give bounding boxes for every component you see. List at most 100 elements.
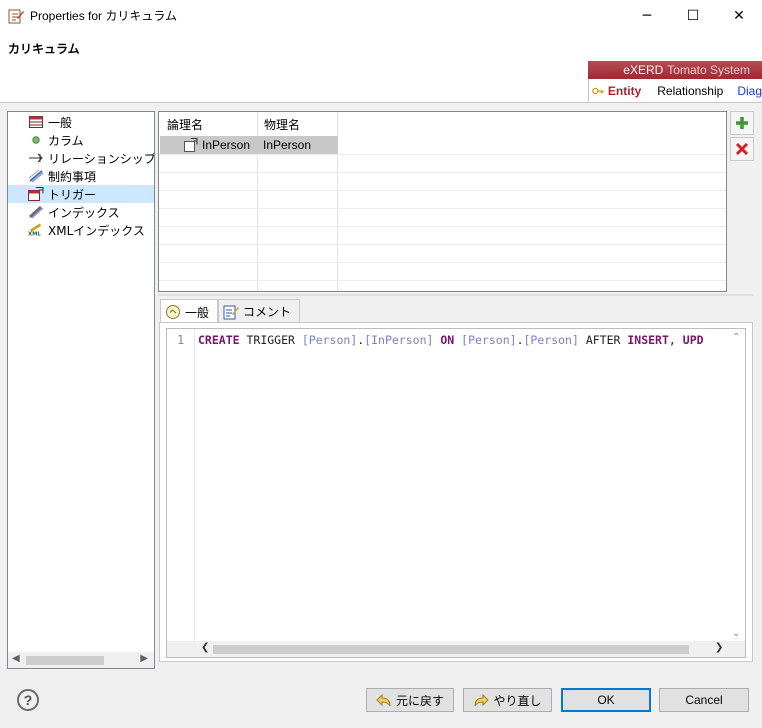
- header-divider: [0, 102, 762, 103]
- trigger-icon: [28, 186, 44, 202]
- general-tab-icon: [166, 305, 180, 319]
- grid-line: [159, 154, 726, 155]
- column-dot-icon: [28, 132, 44, 148]
- nav-item-label: XMLインデックス: [48, 223, 145, 238]
- trigger-row-icon: [184, 138, 198, 152]
- grid-line: [159, 262, 726, 263]
- tab-general[interactable]: 一般: [160, 299, 219, 324]
- window-title: Properties for カリキュラム: [30, 9, 178, 23]
- grid-line: [159, 244, 726, 245]
- scroll-up-icon[interactable]: ⌃: [732, 332, 740, 343]
- sql-identifier: [Person]: [523, 333, 579, 347]
- column-header-logical-name[interactable]: 論理名: [167, 116, 203, 133]
- code-line[interactable]: CREATE TRIGGER [Person]. [InPerson] ON [P…: [198, 333, 704, 347]
- brand-name: eXERD: [623, 63, 664, 77]
- scroll-right-icon[interactable]: ❯: [715, 642, 723, 653]
- nav-item-label: リレーションシップ: [48, 151, 154, 166]
- redo-arrow-icon: [474, 693, 490, 707]
- properties-icon: [8, 9, 24, 23]
- editor-vertical-scrollbar[interactable]: ⌃ ⌄: [729, 329, 745, 641]
- dialog-header: カリキュラム eXERD Tomato System Entity Relatio…: [0, 31, 762, 103]
- maximize-button[interactable]: ☐: [670, 0, 716, 31]
- ok-button[interactable]: OK: [561, 688, 651, 712]
- column-header-physical-name[interactable]: 物理名: [264, 116, 300, 133]
- undo-label: 元に戻す: [395, 693, 444, 708]
- plus-icon: [736, 117, 748, 129]
- scroll-left-icon[interactable]: ❮: [201, 642, 209, 653]
- nav-item-relationships[interactable]: リレーションシップ: [8, 149, 154, 167]
- sql-keyword: ON: [440, 333, 455, 347]
- sql-keyword: CREATE: [198, 333, 240, 347]
- table-icon: [28, 114, 44, 130]
- grid-line: [159, 190, 726, 191]
- sql-text: TRIGGER: [239, 333, 302, 347]
- banner-tab-relationship[interactable]: Relationship: [657, 84, 723, 98]
- relationship-icon: [28, 150, 44, 166]
- line-number: 1: [177, 333, 185, 347]
- sql-keyword: UPD: [682, 333, 704, 347]
- sql-identifier: [InPerson]: [364, 333, 434, 347]
- nav-item-xml-indexes[interactable]: XML XMLインデックス: [8, 221, 154, 239]
- sash-divider[interactable]: [158, 294, 754, 296]
- minimize-button[interactable]: ─: [624, 0, 670, 31]
- help-button[interactable]: ?: [17, 689, 39, 711]
- cancel-button[interactable]: Cancel: [659, 688, 749, 712]
- grid-line: [159, 280, 726, 281]
- add-trigger-button[interactable]: [730, 111, 754, 135]
- remove-trigger-button[interactable]: [730, 137, 754, 161]
- banner-brand-strip: eXERD Tomato System: [588, 61, 762, 79]
- nav-item-label: 制約事項: [48, 169, 97, 184]
- property-page-tree[interactable]: 一般 カラム リレーションシップ 制約事項 トリガー インデックス XML XM…: [7, 111, 155, 669]
- undo-button[interactable]: 元に戻す: [366, 688, 454, 712]
- redo-label: やり直し: [493, 693, 542, 708]
- trigger-sql-editor[interactable]: 1 CREATE TRIGGER [Person]. [InPerson] ON …: [166, 328, 746, 658]
- sql-identifier: [Person]: [301, 333, 358, 347]
- scrollbar-thumb[interactable]: [213, 645, 689, 654]
- sql-text: AFTER: [578, 333, 628, 347]
- banner-tab-diagram[interactable]: Diag: [737, 84, 762, 98]
- exerd-banner: eXERD Tomato System Entity Relationship D…: [588, 61, 762, 103]
- key-icon: [592, 87, 604, 95]
- table-header: 論理名 物理名: [159, 112, 726, 136]
- cell-physical-name[interactable]: InPerson: [263, 138, 311, 152]
- scroll-right-icon[interactable]: ▶: [140, 653, 148, 664]
- grid-line: [159, 226, 726, 227]
- trigger-table[interactable]: 論理名 物理名 InPerson InPerson: [158, 111, 727, 292]
- nav-item-constraints[interactable]: 制約事項: [8, 167, 154, 185]
- editor-horizontal-scrollbar[interactable]: ❮ ❯: [167, 641, 745, 657]
- tab-comment[interactable]: コメント: [218, 299, 301, 323]
- banner-tabs: Entity Relationship Diag: [588, 79, 762, 103]
- xml-index-icon: XML: [28, 222, 44, 238]
- grid-line: [159, 172, 726, 173]
- nav-item-triggers[interactable]: トリガー: [8, 185, 154, 203]
- index-icon: [28, 204, 44, 220]
- nav-item-columns[interactable]: カラム: [8, 131, 154, 149]
- brand-subtitle: Tomato System: [667, 63, 750, 77]
- undo-arrow-icon: [376, 693, 391, 707]
- sql-text: ,: [668, 333, 683, 347]
- cell-logical-name[interactable]: InPerson: [202, 138, 250, 152]
- close-button[interactable]: ✕: [716, 0, 762, 31]
- sql-keyword: INSERT: [627, 333, 669, 347]
- tree-horizontal-scrollbar[interactable]: ◀ ▶: [8, 652, 154, 668]
- title-bar: Properties for カリキュラム ─ ☐ ✕: [0, 0, 762, 31]
- tab-label: 一般: [185, 305, 210, 320]
- nav-item-label: インデックス: [48, 205, 120, 220]
- nav-item-label: 一般: [48, 115, 73, 130]
- nav-item-general[interactable]: 一般: [8, 113, 154, 131]
- delete-x-icon: [735, 142, 749, 156]
- scroll-down-icon[interactable]: ⌄: [732, 628, 740, 639]
- scroll-left-icon[interactable]: ◀: [12, 653, 20, 664]
- scrollbar-thumb[interactable]: [26, 656, 104, 665]
- nav-item-indexes[interactable]: インデックス: [8, 203, 154, 221]
- banner-tab-entity[interactable]: Entity: [608, 84, 641, 98]
- line-number-gutter: 1: [167, 329, 195, 641]
- constraint-icon: [28, 168, 44, 184]
- detail-tabs: 一般 コメント: [160, 299, 301, 324]
- nav-item-label: トリガー: [48, 187, 97, 202]
- nav-item-label: カラム: [48, 133, 84, 148]
- grid-line: [159, 208, 726, 209]
- svg-text:XML: XML: [28, 231, 41, 237]
- redo-button[interactable]: やり直し: [463, 688, 552, 712]
- sql-text: .: [516, 333, 524, 347]
